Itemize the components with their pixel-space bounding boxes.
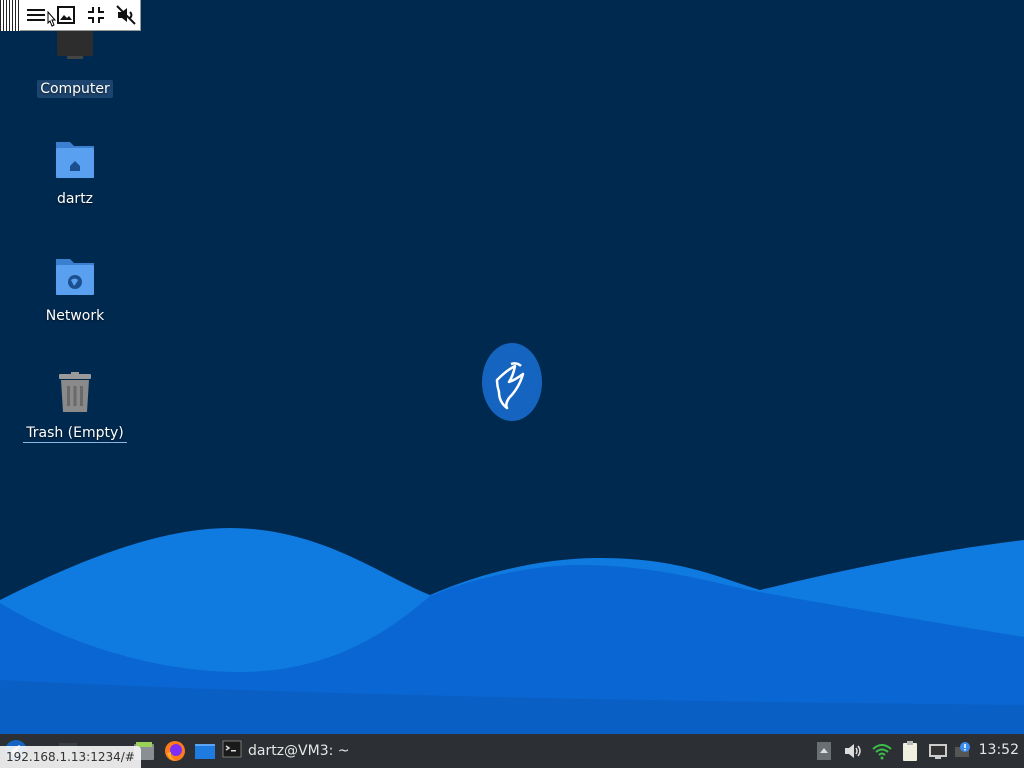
mute-icon[interactable] (114, 3, 138, 27)
trash-label: Trash (Empty) (23, 424, 127, 443)
notification-icon[interactable] (953, 739, 975, 763)
clipboard-icon[interactable] (899, 739, 921, 763)
computer-label: Computer (37, 80, 113, 98)
home-folder-desktop-icon[interactable]: dartz (20, 138, 130, 208)
network-desktop-icon[interactable]: Network (20, 255, 130, 325)
network-label: Network (45, 308, 105, 324)
terminal-task-label: dartz@VM3: ~ (248, 743, 350, 759)
trash-desktop-icon[interactable]: Trash (Empty) (20, 372, 130, 443)
wifi-icon[interactable] (871, 739, 893, 763)
fullscreen-exit-icon[interactable] (84, 3, 108, 27)
show-desktop-icon[interactable] (193, 739, 217, 763)
taskbar-terminal-task[interactable]: dartz@VM3: ~ (222, 737, 372, 765)
toolbar-drag-handle[interactable] (0, 0, 20, 31)
computer-desktop-icon[interactable]: Computer (20, 28, 130, 98)
computer-icon (51, 28, 99, 76)
volume-icon[interactable] (842, 739, 864, 763)
home-folder-icon (51, 138, 99, 186)
bird-logo (481, 342, 543, 422)
terminal-icon (222, 739, 242, 763)
trash-icon (51, 372, 99, 420)
clock[interactable]: 13:52 (979, 742, 1019, 758)
mouse-cursor-icon (45, 10, 57, 33)
taskbar: dartz@VM3: ~ 13:52 (0, 734, 1024, 768)
vnc-toolbar (0, 0, 141, 31)
display-icon[interactable] (927, 739, 949, 763)
panel-up-icon[interactable] (815, 739, 833, 763)
home-folder-label: dartz (56, 191, 94, 207)
status-url: 192.168.1.13:1234/# (0, 746, 141, 768)
desktop[interactable]: Computer dartz Network Trash (Empty) (0, 0, 1024, 734)
firefox-icon[interactable] (163, 739, 187, 763)
image-icon[interactable] (54, 3, 78, 27)
network-folder-icon (51, 255, 99, 303)
